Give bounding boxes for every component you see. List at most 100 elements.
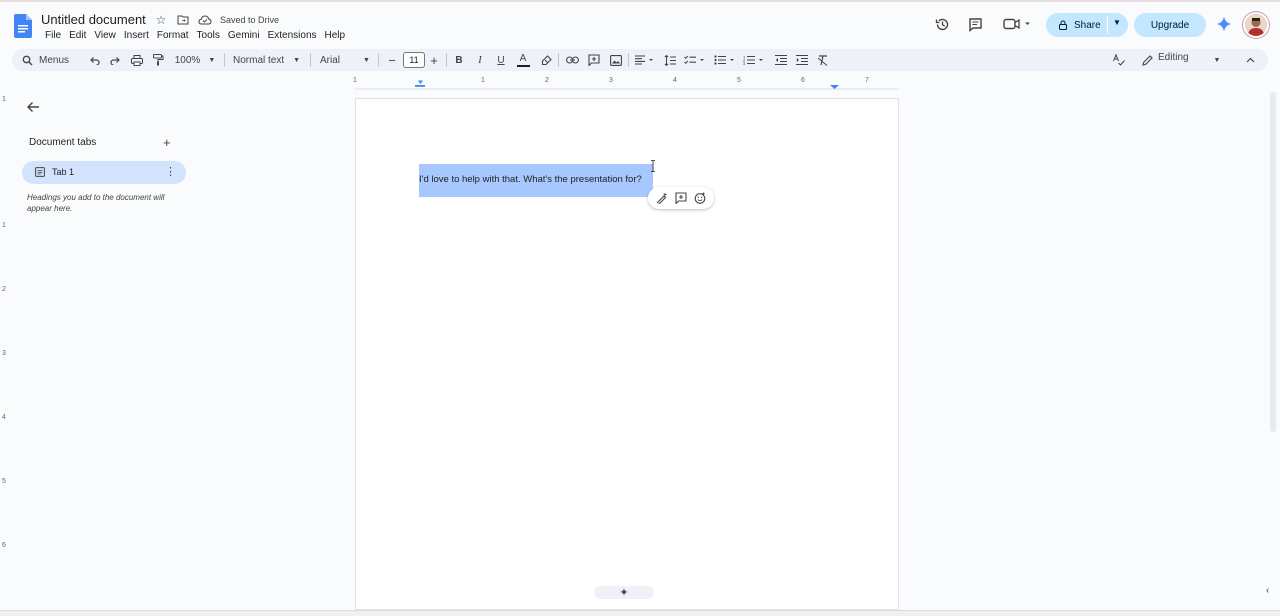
ruler-number: 1 — [2, 96, 6, 103]
underline-icon[interactable]: U — [494, 52, 508, 68]
horizontal-ruler[interactable]: 1 1 2 3 4 5 6 7 — [353, 77, 899, 90]
lock-icon — [1059, 20, 1067, 30]
ruler-number: 6 — [801, 77, 805, 84]
document-paragraph[interactable]: I'd love to help with that. What's the p… — [419, 174, 642, 185]
version-history-icon[interactable] — [934, 16, 950, 32]
ruler-number: 7 — [865, 77, 869, 84]
paint-format-icon[interactable] — [151, 52, 165, 68]
floating-action-bar — [648, 187, 714, 209]
print-icon[interactable] — [130, 52, 144, 68]
add-comment-icon[interactable] — [587, 52, 601, 68]
menu-bar: File Edit View Insert Format Tools Gemin… — [41, 29, 349, 43]
gemini-icon[interactable] — [1216, 16, 1232, 32]
toolbar-divider — [628, 53, 629, 67]
svg-text:3: 3 — [743, 61, 746, 65]
sidebar-tab-1[interactable]: Tab 1 ⋮ — [22, 161, 186, 184]
spelling-icon[interactable] — [1112, 52, 1126, 68]
hide-menus-chevron-up-icon[interactable] — [1244, 52, 1256, 68]
menu-insert[interactable]: Insert — [120, 29, 153, 43]
gemini-sparkle-button[interactable]: ✦ — [594, 586, 654, 599]
align-icon[interactable] — [634, 52, 656, 68]
link-icon[interactable] — [565, 52, 579, 68]
meet-icon[interactable] — [1003, 16, 1033, 32]
side-panel-chevron-left-icon[interactable]: ‹ — [1266, 585, 1269, 596]
decrease-font-size-icon[interactable]: − — [386, 52, 398, 68]
chevron-down-icon: ▼ — [293, 56, 301, 64]
bulleted-list-icon[interactable] — [714, 52, 738, 68]
menu-edit[interactable]: Edit — [65, 29, 90, 43]
increase-indent-icon[interactable] — [795, 52, 809, 68]
share-dropdown-icon[interactable]: ▼ — [1113, 18, 1121, 27]
document-tab-icon — [35, 167, 45, 177]
chevron-down-icon[interactable]: ▼ — [1212, 52, 1222, 68]
text-color-icon[interactable]: A — [515, 52, 531, 68]
ruler-number: 3 — [609, 77, 613, 84]
ruler-number: 2 — [545, 77, 549, 84]
highlight-color-icon[interactable] — [539, 52, 553, 68]
paragraph-style-select[interactable]: Normal text ▼ — [233, 52, 303, 68]
checklist-icon[interactable] — [684, 52, 708, 68]
account-avatar[interactable] — [1243, 12, 1269, 38]
editing-mode-label[interactable]: Editing — [1158, 52, 1189, 63]
star-icon[interactable]: ☆ — [154, 13, 168, 27]
cloud-saved-icon[interactable] — [198, 13, 212, 27]
numbered-list-icon[interactable]: 123 — [743, 52, 767, 68]
toolbar-divider — [224, 53, 225, 67]
docs-logo-icon[interactable] — [14, 14, 32, 38]
decrease-indent-icon[interactable] — [774, 52, 788, 68]
back-arrow-icon[interactable] — [26, 100, 40, 114]
paragraph-style-value: Normal text — [233, 54, 285, 66]
menu-extensions[interactable]: Extensions — [264, 29, 321, 43]
search-menus[interactable]: Menus — [22, 52, 72, 68]
menu-view[interactable]: View — [90, 29, 120, 43]
document-title[interactable]: Untitled document — [41, 12, 146, 27]
share-divider — [1107, 16, 1108, 34]
chevron-down-icon: ▼ — [363, 56, 370, 64]
tab-label: Tab 1 — [52, 167, 75, 177]
upgrade-button[interactable]: Upgrade — [1134, 13, 1206, 37]
ruler-number: 3 — [2, 350, 6, 357]
menu-help[interactable]: Help — [321, 29, 350, 43]
font-size-input[interactable]: 11 — [403, 52, 425, 68]
ruler-number: 1 — [353, 77, 357, 84]
undo-icon[interactable] — [87, 52, 101, 68]
menu-format[interactable]: Format — [153, 29, 193, 43]
emoji-reaction-icon[interactable] — [693, 191, 707, 205]
ruler-number: 1 — [2, 222, 6, 229]
menu-file[interactable]: File — [41, 29, 65, 43]
insert-image-icon[interactable] — [609, 52, 623, 68]
vertical-ruler[interactable]: 1 1 2 3 4 5 6 — [0, 96, 10, 596]
formatting-toolbar: Menus 100% ▼ Normal text ▼ Arial ▼ − 11 … — [12, 49, 1268, 71]
add-tab-plus-icon[interactable]: + — [163, 135, 171, 150]
move-folder-icon[interactable] — [176, 13, 190, 27]
zoom-select[interactable]: 100% ▼ — [172, 52, 218, 68]
top-bar: Untitled document ☆ Saved to Drive File … — [0, 0, 1280, 48]
increase-font-size-icon[interactable]: + — [428, 52, 440, 68]
text-cursor-icon — [651, 160, 655, 172]
ruler-number: 6 — [2, 542, 6, 549]
font-family-select[interactable]: Arial ▼ — [320, 52, 374, 68]
bold-icon[interactable]: B — [452, 52, 466, 68]
ruler-number: 5 — [2, 478, 6, 485]
chevron-down-icon: ▼ — [208, 56, 216, 64]
redo-icon[interactable] — [108, 52, 122, 68]
add-comment-icon[interactable] — [674, 191, 688, 205]
clear-formatting-icon[interactable] — [816, 52, 830, 68]
share-label: Share — [1074, 19, 1101, 31]
menu-gemini[interactable]: Gemini — [224, 29, 264, 43]
vertical-scrollbar[interactable] — [1270, 92, 1276, 432]
toolbar-divider — [446, 53, 447, 67]
help-me-write-icon[interactable] — [655, 191, 669, 205]
share-button[interactable]: Share ▼ — [1046, 13, 1128, 37]
menus-label: Menus — [39, 54, 70, 66]
line-spacing-icon[interactable] — [663, 52, 677, 68]
menu-tools[interactable]: Tools — [193, 29, 224, 43]
more-options-icon[interactable]: ⋮ — [165, 165, 176, 178]
ruler-number: 4 — [673, 77, 677, 84]
italic-icon[interactable]: I — [473, 52, 487, 68]
title-icons: ☆ Saved to Drive — [154, 13, 279, 27]
search-icon — [22, 55, 33, 65]
toolbar-divider — [558, 53, 559, 67]
pencil-icon[interactable] — [1140, 52, 1154, 68]
comments-icon[interactable] — [967, 16, 983, 32]
